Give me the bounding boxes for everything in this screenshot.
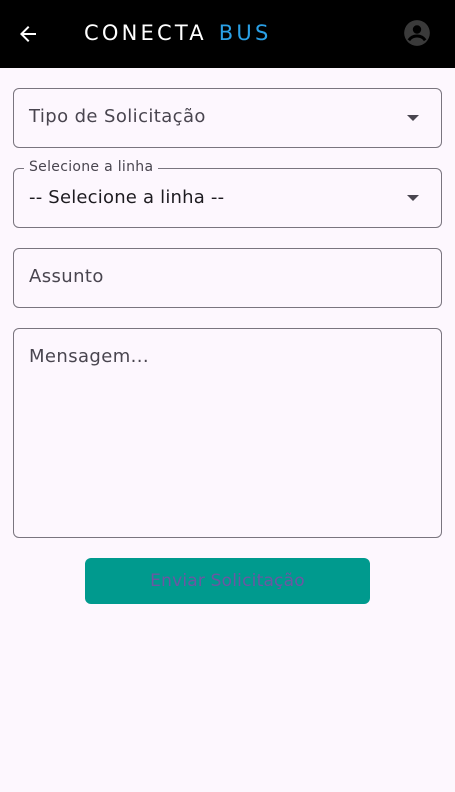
app-bar: CONECTA BUS: [0, 0, 455, 68]
back-button[interactable]: [10, 16, 46, 52]
chevron-down-icon: [407, 115, 419, 121]
bus-line-label: Selecione a linha: [24, 159, 159, 175]
message-placeholder: Mensagem...: [29, 346, 150, 367]
logo-word-conecta: CONECTA: [84, 21, 207, 45]
chevron-down-icon: [407, 195, 419, 201]
bus-line-dropdown[interactable]: Selecione a linha -- Selecione a linha -…: [13, 159, 442, 228]
logo-word-bus: BUS: [218, 21, 272, 45]
subject-placeholder: Assunto: [29, 266, 104, 287]
subject-input[interactable]: Assunto: [13, 248, 442, 308]
account-button[interactable]: [401, 17, 433, 49]
account-circle-icon: [404, 20, 430, 46]
submit-request-button[interactable]: Enviar Solicitação: [85, 558, 370, 604]
request-type-placeholder: Tipo de Solicitação: [29, 106, 206, 127]
arrow-left-icon: [20, 26, 36, 42]
request-type-dropdown[interactable]: Tipo de Solicitação: [13, 88, 442, 148]
bus-line-selected-value: -- Selecione a linha --: [29, 187, 225, 208]
app-logo: CONECTA BUS: [84, 20, 272, 46]
message-textarea[interactable]: Mensagem...: [13, 328, 442, 538]
